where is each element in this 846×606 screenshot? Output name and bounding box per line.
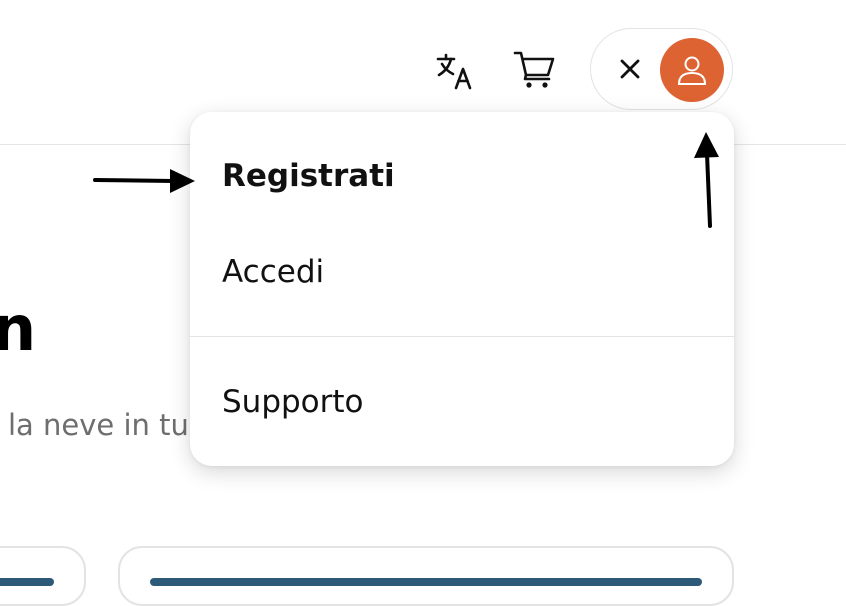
annotation-arrows [93,132,719,228]
arrow-right-icon [93,169,195,193]
arrow-up-icon [694,132,719,228]
